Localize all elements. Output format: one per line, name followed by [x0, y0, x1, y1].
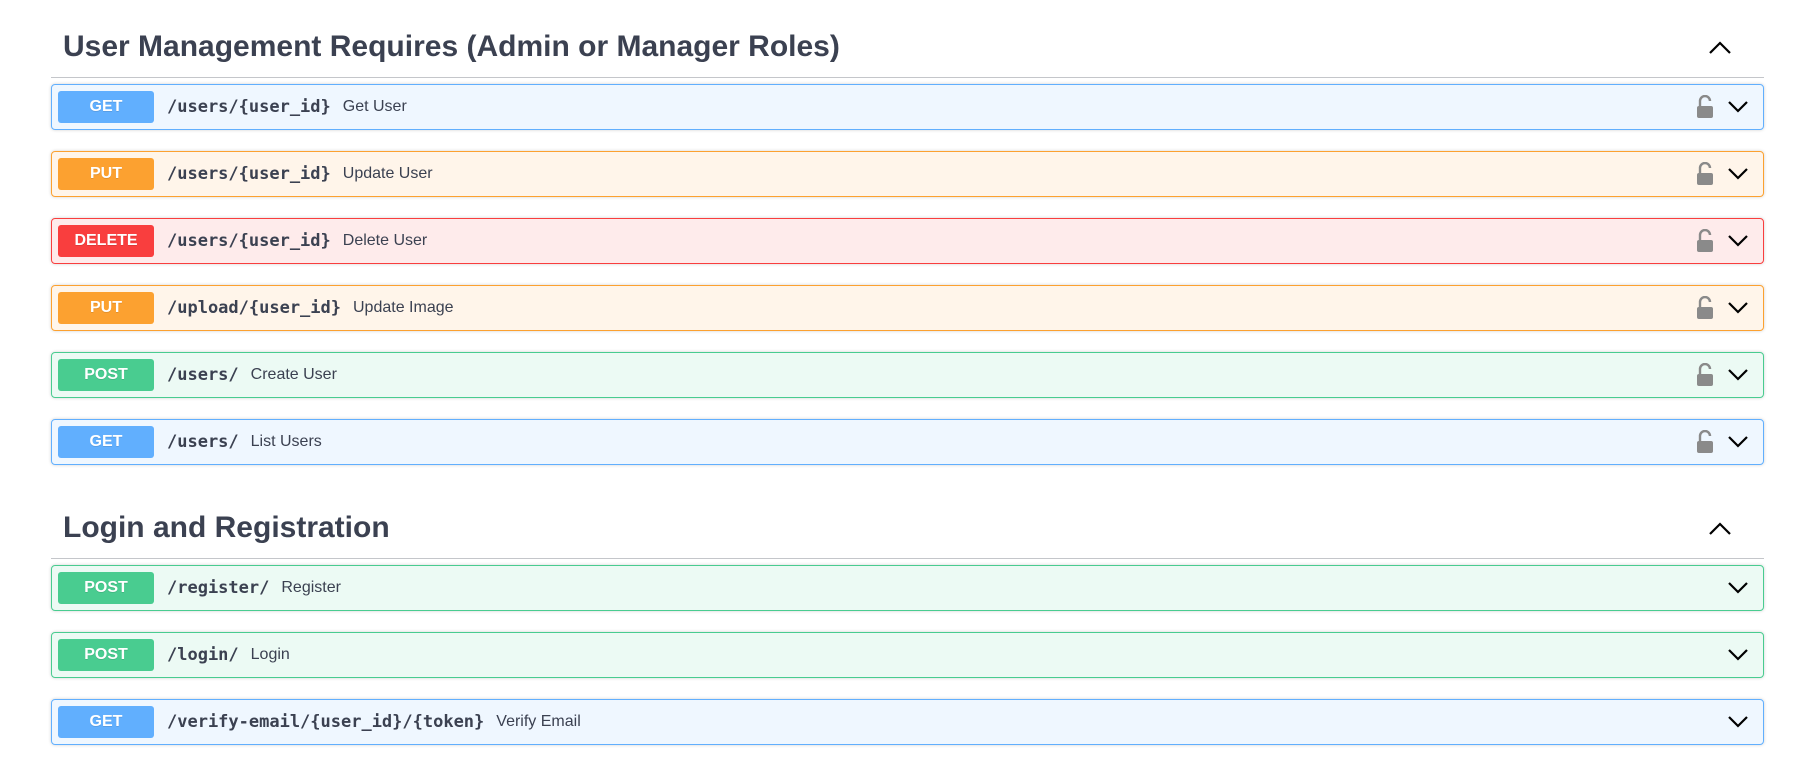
operation-summary: Register	[281, 579, 341, 596]
method-badge: DELETE	[58, 225, 154, 257]
operation-path: /users/ Create User	[167, 365, 337, 385]
section-login-registration: Login and Registration POST /register/ R…	[51, 486, 1764, 745]
chevron-down-icon[interactable]	[1727, 581, 1749, 595]
method-badge: GET	[58, 91, 154, 123]
operation-path: /verify-email/{user_id}/{token} Verify E…	[167, 712, 581, 732]
operation-register[interactable]: POST /register/ Register	[51, 565, 1764, 611]
chevron-down-icon[interactable]	[1727, 301, 1749, 315]
operation-summary: Get User	[342, 98, 407, 115]
operation-summary: Login	[250, 646, 290, 663]
section-title[interactable]: Login and Registration	[63, 511, 390, 545]
operation-path: /users/{user_id} Get User	[167, 97, 407, 117]
path-text: /verify-email/{user_id}/{token}	[167, 712, 485, 732]
path-text: /users/{user_id}	[167, 231, 331, 251]
method-badge: POST	[58, 359, 154, 391]
operation-summary: Delete User	[342, 232, 428, 249]
method-badge: PUT	[58, 292, 154, 324]
unlocked-lock-icon[interactable]	[1695, 229, 1715, 253]
operation-verify-email[interactable]: GET /verify-email/{user_id}/{token} Veri…	[51, 699, 1764, 745]
operation-create-user[interactable]: POST /users/ Create User	[51, 352, 1764, 398]
operation-path: /register/ Register	[167, 578, 341, 598]
operation-get-user[interactable]: GET /users/{user_id} Get User	[51, 84, 1764, 130]
operation-summary: List Users	[250, 433, 322, 450]
operation-login[interactable]: POST /login/ Login	[51, 632, 1764, 678]
unlocked-lock-icon[interactable]	[1695, 95, 1715, 119]
unlocked-lock-icon[interactable]	[1695, 363, 1715, 387]
unlocked-lock-icon[interactable]	[1695, 162, 1715, 186]
path-text: /users/	[167, 432, 239, 452]
path-text: /users/{user_id}	[167, 164, 331, 184]
chevron-down-icon[interactable]	[1727, 648, 1749, 662]
method-badge: POST	[58, 572, 154, 604]
chevron-up-icon[interactable]	[1708, 520, 1732, 536]
operation-list-users[interactable]: GET /users/ List Users	[51, 419, 1764, 465]
method-badge: POST	[58, 639, 154, 671]
operation-path: /users/ List Users	[167, 432, 322, 452]
swagger-operations-list: User Management Requires (Admin or Manag…	[51, 0, 1764, 766]
operation-path: /upload/{user_id} Update Image	[167, 298, 454, 318]
operation-delete-user[interactable]: DELETE /users/{user_id} Delete User	[51, 218, 1764, 264]
path-text: /upload/{user_id}	[167, 298, 341, 318]
chevron-down-icon[interactable]	[1727, 167, 1749, 181]
chevron-down-icon[interactable]	[1727, 234, 1749, 248]
method-badge: GET	[58, 426, 154, 458]
operation-path: /login/ Login	[167, 645, 290, 665]
path-text: /register/	[167, 578, 270, 598]
method-badge: PUT	[58, 158, 154, 190]
chevron-down-icon[interactable]	[1727, 368, 1749, 382]
path-text: /users/{user_id}	[167, 97, 331, 117]
method-badge: GET	[58, 706, 154, 738]
operation-path: /users/{user_id} Update User	[167, 164, 433, 184]
operation-update-user[interactable]: PUT /users/{user_id} Update User	[51, 151, 1764, 197]
operation-update-image[interactable]: PUT /upload/{user_id} Update Image	[51, 285, 1764, 331]
operation-summary: Create User	[250, 366, 337, 383]
path-text: /login/	[167, 645, 239, 665]
unlocked-lock-icon[interactable]	[1695, 430, 1715, 454]
chevron-down-icon[interactable]	[1727, 715, 1749, 729]
path-text: /users/	[167, 365, 239, 385]
chevron-up-icon[interactable]	[1708, 39, 1732, 55]
section-header[interactable]: User Management Requires (Admin or Manag…	[51, 0, 1764, 78]
section-title[interactable]: User Management Requires (Admin or Manag…	[63, 30, 840, 64]
chevron-down-icon[interactable]	[1727, 100, 1749, 114]
chevron-down-icon[interactable]	[1727, 435, 1749, 449]
operation-summary: Verify Email	[496, 713, 581, 730]
operation-path: /users/{user_id} Delete User	[167, 231, 427, 251]
unlocked-lock-icon[interactable]	[1695, 296, 1715, 320]
operation-summary: Update User	[342, 165, 433, 182]
section-user-management: User Management Requires (Admin or Manag…	[51, 0, 1764, 465]
operation-summary: Update Image	[353, 299, 454, 316]
section-header[interactable]: Login and Registration	[51, 486, 1764, 559]
